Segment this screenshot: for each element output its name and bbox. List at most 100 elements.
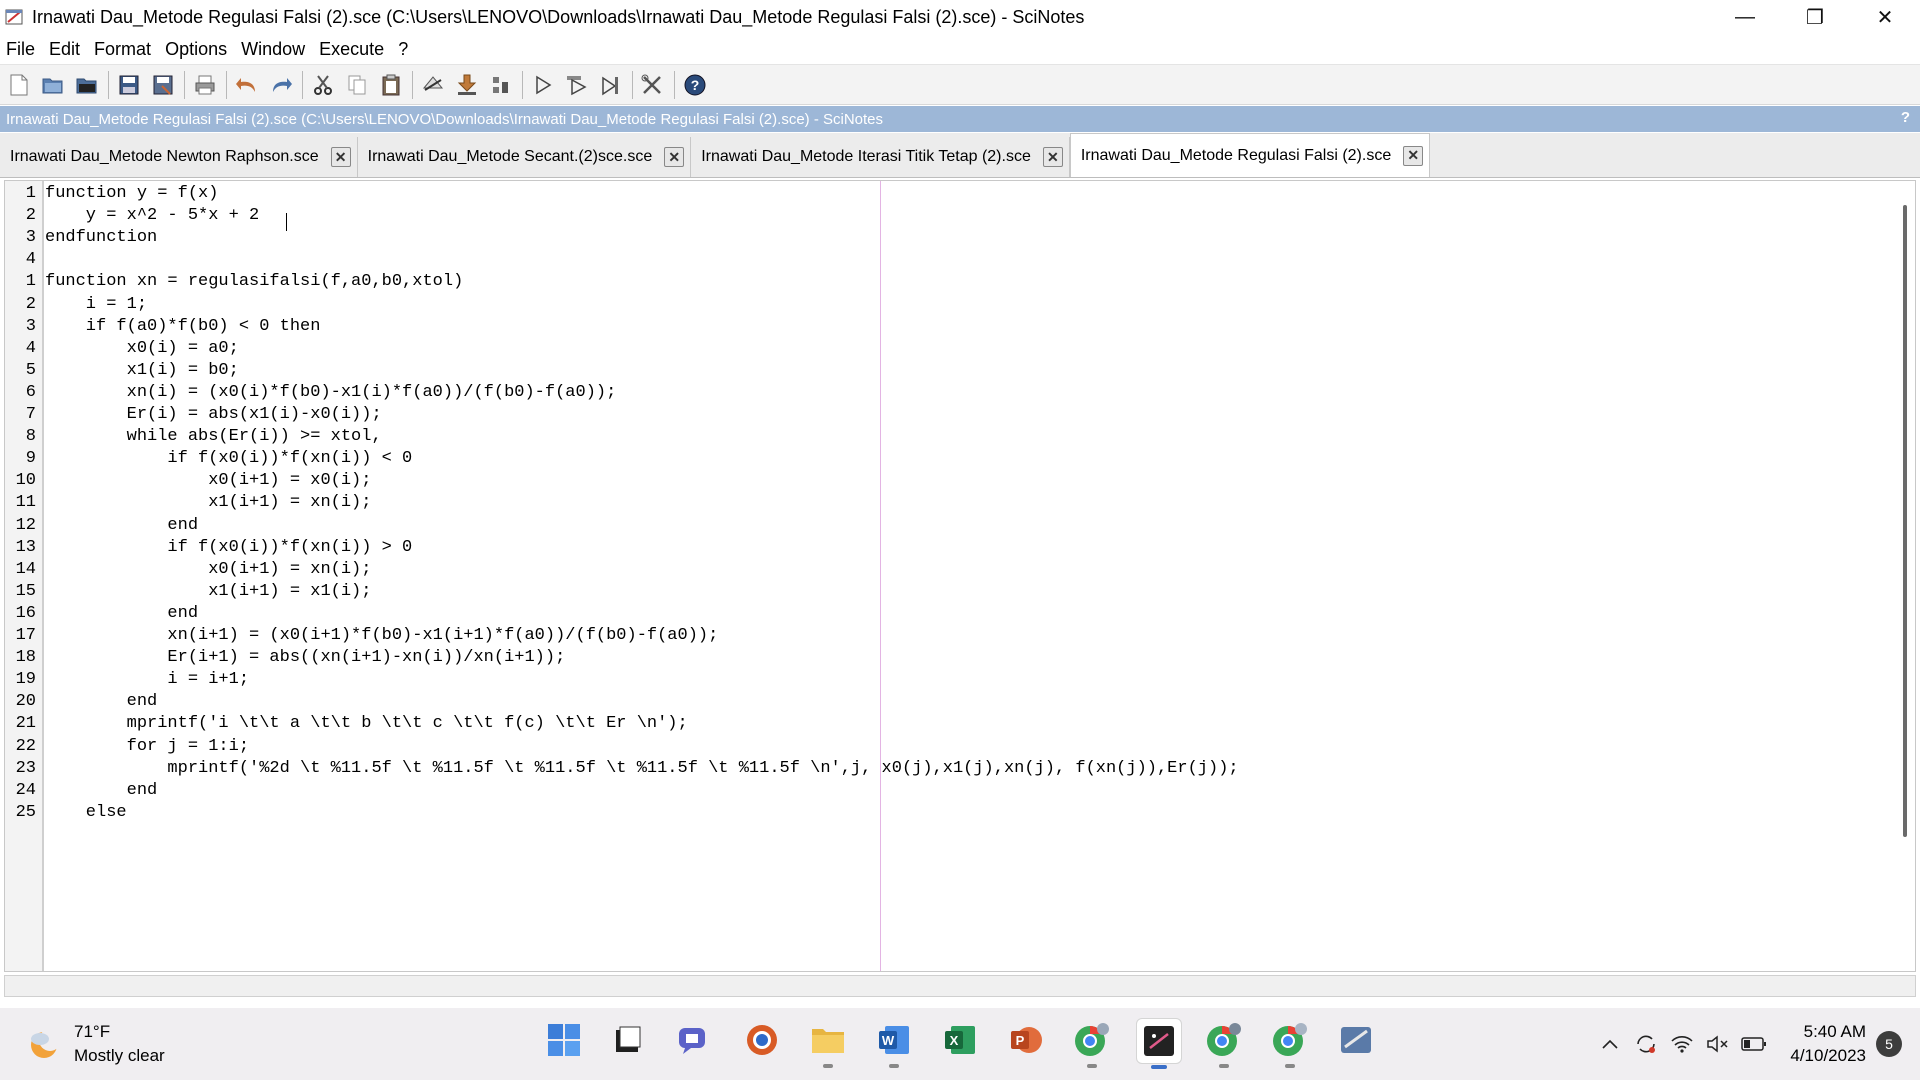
line-number: 23 <box>15 758 36 778</box>
copy-icon[interactable] <box>342 70 372 100</box>
menu-execute[interactable]: Execute <box>312 39 391 60</box>
code-line[interactable]: x1(i+1) = xn(i); <box>45 493 371 512</box>
code-line[interactable]: end <box>45 604 198 623</box>
start-icon[interactable] <box>542 1018 586 1062</box>
find-replace-icon[interactable] <box>418 70 448 100</box>
weather-widget[interactable]: 71°F Mostly clear <box>26 1020 165 1068</box>
code-line[interactable]: y = x^2 - 5*x + 2 <box>45 206 259 225</box>
code-line[interactable]: x0(i+1) = xn(i); <box>45 560 371 579</box>
code-line[interactable]: if f(a0)*f(b0) < 0 then <box>45 317 321 336</box>
paste-icon[interactable] <box>376 70 406 100</box>
open-file-icon[interactable] <box>38 70 68 100</box>
chrome-profile2-icon[interactable] <box>1268 1018 1312 1068</box>
open-folder-icon[interactable] <box>72 70 102 100</box>
close-button[interactable]: ✕ <box>1850 0 1920 34</box>
code-line[interactable]: Er(i) = abs(x1(i)-x0(i)); <box>45 405 382 424</box>
code-line[interactable]: i = i+1; <box>45 670 249 689</box>
run-with-echo-icon[interactable] <box>562 70 592 100</box>
code-line[interactable]: Er(i+1) = abs((xn(i+1)-xn(i))/xn(i+1)); <box>45 648 565 667</box>
tab-close-icon[interactable]: ✕ <box>330 147 351 167</box>
app-icon[interactable] <box>1334 1018 1378 1062</box>
tab-bar: Irnawati Dau_Metode Newton Raphson.sce ✕… <box>0 133 1920 178</box>
line-number: 18 <box>15 648 36 668</box>
load-into-scilab-icon[interactable] <box>452 70 482 100</box>
run-until-cursor-icon[interactable] <box>596 70 626 100</box>
toolbar: ? <box>0 65 1920 105</box>
info-help-button[interactable]: ? <box>1901 109 1910 126</box>
code-line[interactable]: xn(i) = (x0(i)*f(b0)-x1(i)*f(a0))/(f(b0)… <box>45 383 617 402</box>
folder-icon[interactable] <box>806 1018 850 1068</box>
code-line[interactable]: x1(i) = b0; <box>45 361 239 380</box>
code-line[interactable]: else <box>45 803 127 822</box>
code-line[interactable]: end <box>45 781 158 800</box>
running-indicator <box>1219 1064 1229 1068</box>
help-icon[interactable]: ? <box>680 70 710 100</box>
code-line[interactable]: if f(x0(i))*f(xn(i)) > 0 <box>45 538 412 557</box>
code-line[interactable]: endfunction <box>45 228 157 247</box>
tab-close-icon[interactable]: ✕ <box>664 147 685 167</box>
run-icon[interactable] <box>528 70 558 100</box>
chevron-up-icon[interactable] <box>1592 1029 1628 1059</box>
menu-edit[interactable]: Edit <box>42 39 87 60</box>
restore-button[interactable]: ❐ <box>1780 0 1850 34</box>
code-line[interactable]: x0(i+1) = x0(i); <box>45 471 371 490</box>
code-line[interactable]: mprintf('%2d \t %11.5f \t %11.5f \t %11.… <box>45 759 1238 778</box>
scilab-icon[interactable] <box>1136 1018 1182 1069</box>
tab-secant[interactable]: Irnawati Dau_Metode Secant.(2)sce.sce ✕ <box>357 137 692 177</box>
preferences-icon[interactable] <box>638 70 668 100</box>
word-icon[interactable]: W <box>872 1018 916 1068</box>
code-line[interactable]: end <box>45 692 158 711</box>
menu-options[interactable]: Options <box>158 39 234 60</box>
tab-close-icon[interactable]: ✕ <box>1403 145 1424 166</box>
code-line[interactable]: function y = f(x) <box>45 184 218 203</box>
new-file-icon[interactable] <box>4 70 34 100</box>
print-icon[interactable] <box>190 70 220 100</box>
sync-icon[interactable] <box>1628 1029 1664 1059</box>
line-number: 22 <box>15 736 36 756</box>
code-editor[interactable]: 1 2 3 4 1 2 3 4 5 6 7 8 9 10 11 12 13 14 15 16 17 18 19 20 21 22 2… <box>4 180 1916 972</box>
save-icon[interactable] <box>114 70 144 100</box>
taskbar: 71°F Mostly clear W X P 5:40 AM 4/10/202… <box>0 1008 1920 1080</box>
code-line[interactable]: function xn = regulasifalsi(f,a0,b0,xtol… <box>45 272 463 291</box>
menu-file[interactable]: File <box>0 39 42 60</box>
code-line[interactable]: x0(i) = a0; <box>45 339 239 358</box>
menu-help[interactable]: ? <box>391 39 415 60</box>
redo-icon[interactable] <box>266 70 296 100</box>
chrome-profile-icon[interactable] <box>1202 1018 1246 1068</box>
cut-icon[interactable] <box>308 70 338 100</box>
line-number: 3 <box>25 228 36 248</box>
minimize-button[interactable]: — <box>1710 0 1780 34</box>
line-number-gutter: 1 2 3 4 1 2 3 4 5 6 7 8 9 10 11 12 13 14 15 16 17 18 19 20 21 22 2… <box>5 181 44 971</box>
tab-close-icon[interactable]: ✕ <box>1042 147 1063 167</box>
chrome-icon[interactable] <box>1070 1018 1114 1068</box>
menu-format[interactable]: Format <box>87 39 158 60</box>
wifi-icon[interactable] <box>1664 1029 1700 1059</box>
battery-icon[interactable] <box>1736 1029 1772 1059</box>
scinotes-app-icon <box>4 6 26 28</box>
code-line[interactable]: x1(i+1) = x1(i); <box>45 582 371 601</box>
code-line[interactable]: xn(i+1) = (x0(i+1)*f(b0)-x1(i+1)*f(a0))/… <box>45 626 718 645</box>
code-line[interactable]: while abs(Er(i)) >= xtol, <box>45 427 382 446</box>
file-explorer-icon[interactable] <box>606 1018 650 1062</box>
vertical-scrollbar[interactable] <box>1903 205 1907 837</box>
code-line[interactable]: end <box>45 516 198 535</box>
save-as-icon[interactable] <box>148 70 178 100</box>
edge-margin-line <box>880 181 881 971</box>
code-line[interactable]: for j = 1:i; <box>45 737 249 756</box>
code-line[interactable]: if f(x0(i))*f(xn(i)) < 0 <box>45 449 412 468</box>
menu-window[interactable]: Window <box>234 39 312 60</box>
clock[interactable]: 5:40 AM 4/10/2023 <box>1790 1020 1866 1068</box>
tab-newton-raphson[interactable]: Irnawati Dau_Metode Newton Raphson.sce ✕ <box>0 137 358 177</box>
undo-icon[interactable] <box>232 70 262 100</box>
code-line[interactable]: i = 1; <box>45 295 147 314</box>
excel-icon[interactable]: X <box>938 1018 982 1062</box>
browser-icon[interactable] <box>740 1018 784 1062</box>
tab-iterasi-titik-tetap[interactable]: Irnawati Dau_Metode Iterasi Titik Tetap … <box>691 137 1070 177</box>
chat-icon[interactable] <box>672 1018 716 1062</box>
tab-regulasi-falsi[interactable]: Irnawati Dau_Metode Regulasi Falsi (2).s… <box>1069 133 1431 177</box>
code-line[interactable]: mprintf('i \t\t a \t\t b \t\t c \t\t f(c… <box>45 714 688 733</box>
volume-muted-icon[interactable] <box>1700 1029 1736 1059</box>
powerpoint-icon[interactable]: P <box>1004 1018 1048 1062</box>
execute-file-icon[interactable] <box>486 70 516 100</box>
notification-badge[interactable]: 5 <box>1876 1031 1902 1057</box>
